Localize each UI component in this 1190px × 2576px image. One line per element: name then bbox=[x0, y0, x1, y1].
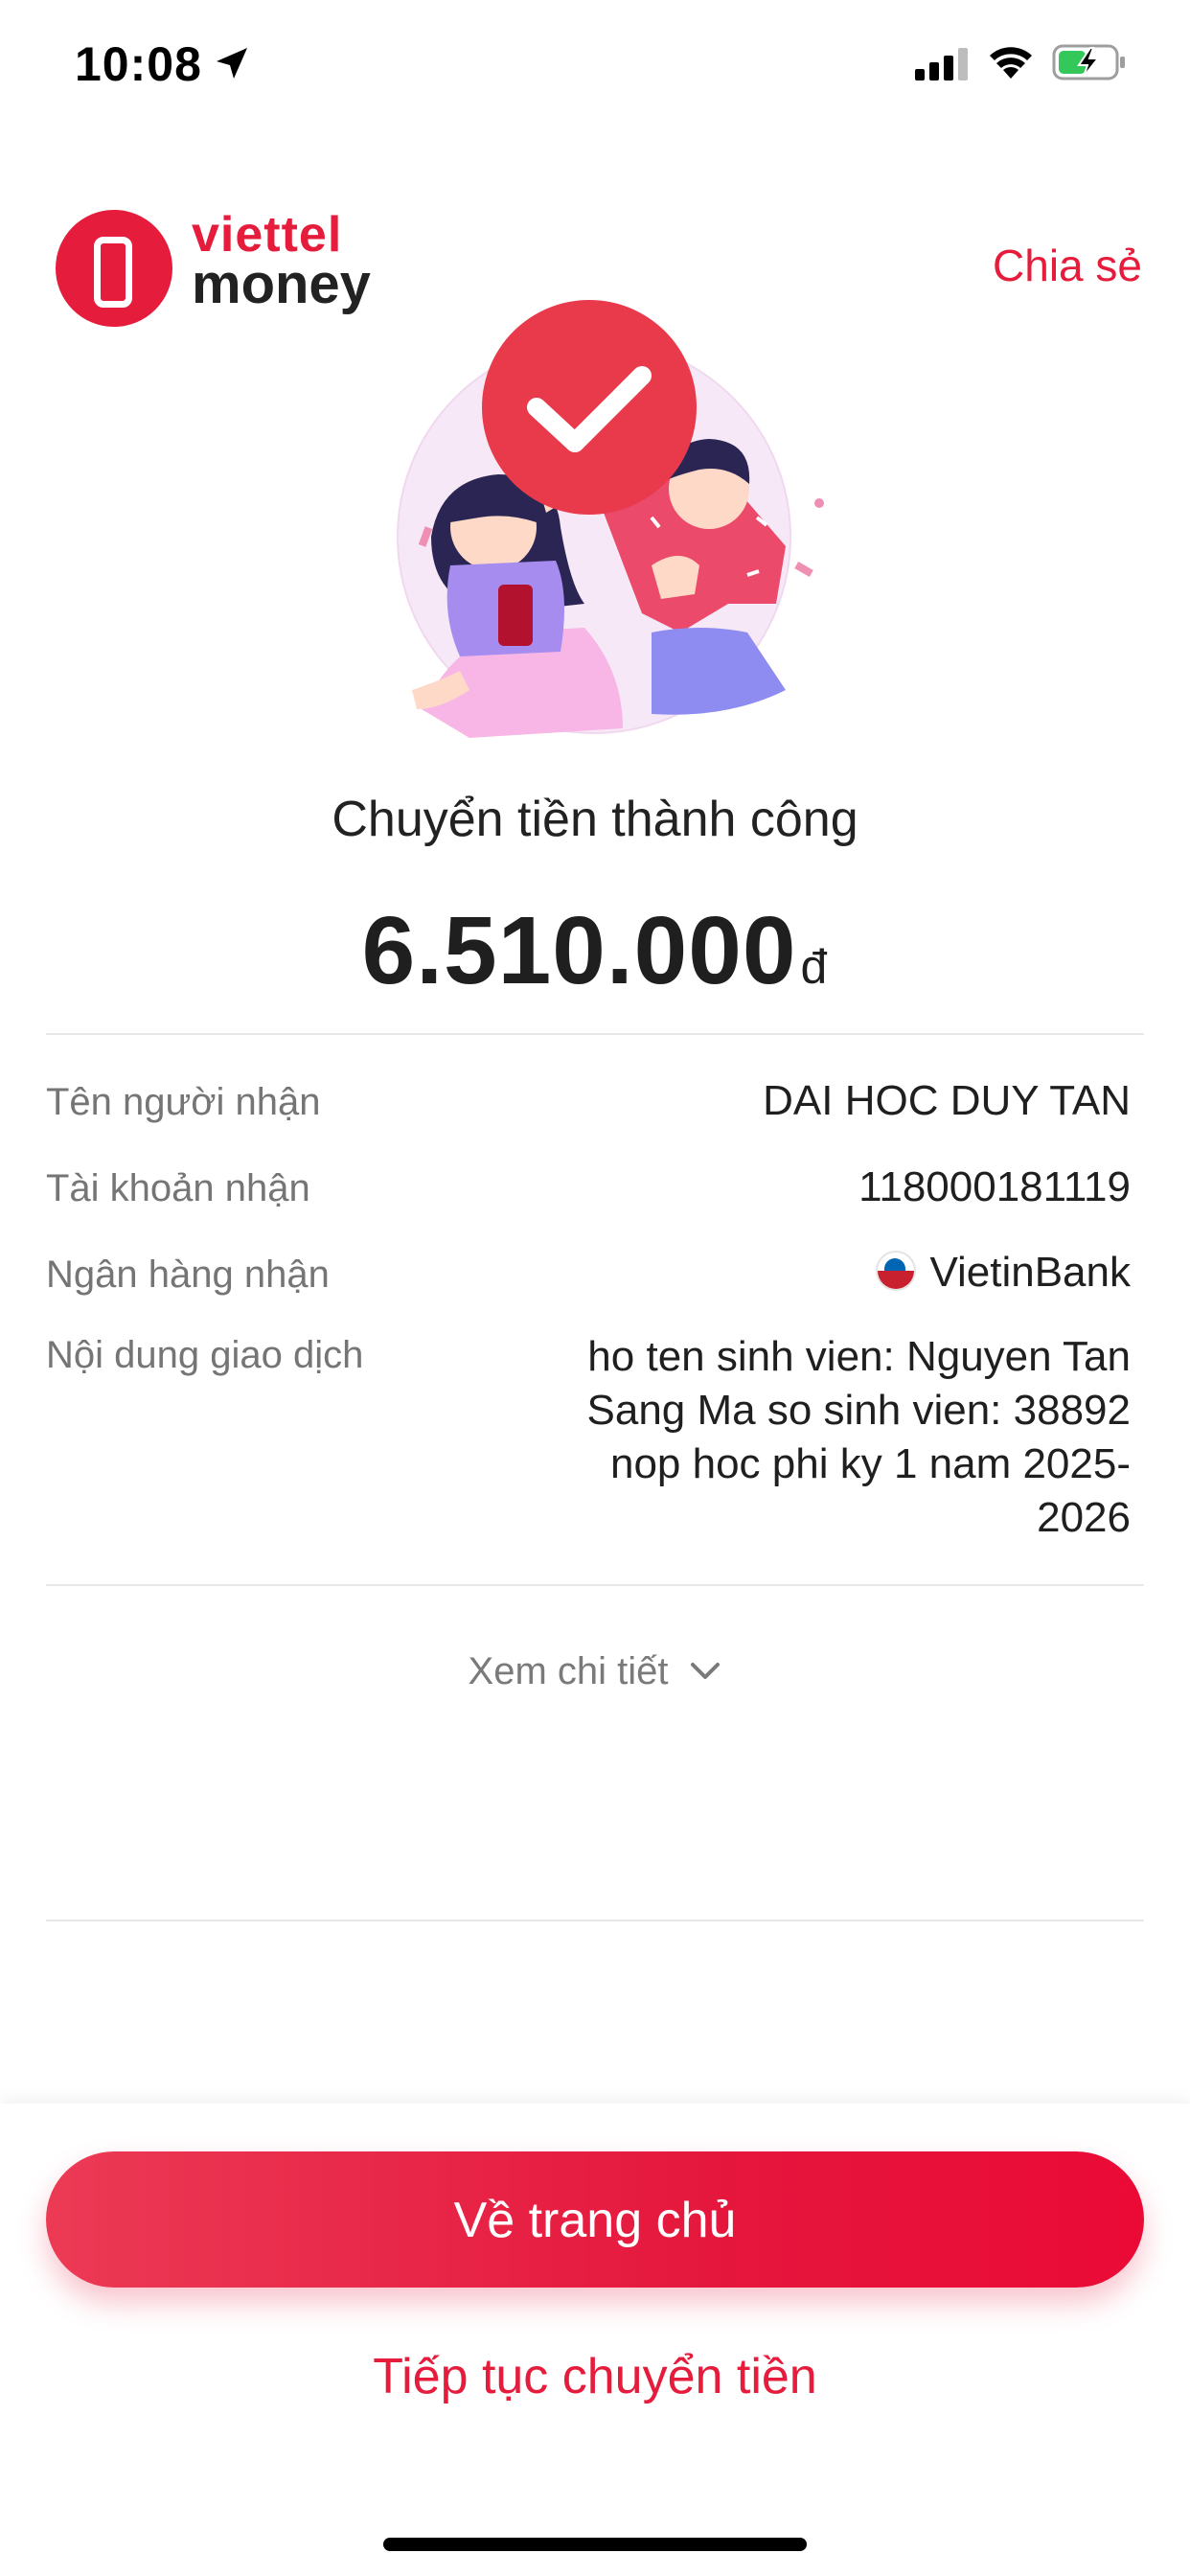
content-label: Nội dung giao dịch bbox=[46, 1334, 364, 1376]
content-value: ho ten sinh vien: Nguyen Tan Sang Ma so … bbox=[586, 1333, 1132, 1541]
amount-value: 6.510.000 bbox=[361, 897, 797, 1004]
divider bbox=[46, 1033, 1144, 1035]
recipient-name-label: Tên người nhận bbox=[46, 1081, 321, 1123]
transfer-amount: 6.510.000đ bbox=[0, 896, 1190, 1006]
share-button[interactable]: Chia sẻ bbox=[993, 240, 1142, 291]
home-button[interactable]: Về trang chủ bbox=[46, 2151, 1144, 2288]
bank-value: VietinBank bbox=[876, 1249, 1131, 1297]
viettel-money-logo: viettel money bbox=[56, 206, 400, 331]
chevron-down-icon bbox=[689, 1648, 721, 1691]
continue-transfer-button[interactable]: Tiếp tục chuyển tiền bbox=[0, 2348, 1190, 2405]
view-details-toggle[interactable]: Xem chi tiết bbox=[0, 1650, 1190, 1695]
divider bbox=[46, 1920, 1144, 1921]
view-details-label: Xem chi tiết bbox=[468, 1650, 669, 1692]
location-arrow-icon bbox=[213, 44, 251, 87]
cellular-signal-icon bbox=[915, 48, 969, 85]
wifi-icon bbox=[987, 42, 1035, 85]
divider bbox=[46, 1584, 1144, 1586]
success-title: Chuyển tiền thành công bbox=[332, 792, 858, 847]
logo-brand-line2: money bbox=[192, 253, 371, 315]
status-time: 10:08 bbox=[75, 37, 202, 91]
success-illustration bbox=[364, 288, 824, 748]
status-bar: 10:08 bbox=[0, 0, 1190, 125]
recipient-name-value: DAI HOC DUY TAN bbox=[763, 1077, 1131, 1124]
bank-name: VietinBank bbox=[929, 1249, 1131, 1296]
account-value: 118000181119 bbox=[858, 1163, 1131, 1210]
currency-symbol: đ bbox=[800, 940, 829, 994]
vietinbank-logo-icon bbox=[876, 1251, 917, 1292]
bank-label: Ngân hàng nhận bbox=[46, 1254, 330, 1296]
home-indicator[interactable] bbox=[383, 2538, 807, 2551]
account-label: Tài khoản nhận bbox=[46, 1167, 310, 1209]
logo-phone-icon bbox=[56, 210, 172, 327]
battery-charging-icon bbox=[1052, 42, 1129, 87]
